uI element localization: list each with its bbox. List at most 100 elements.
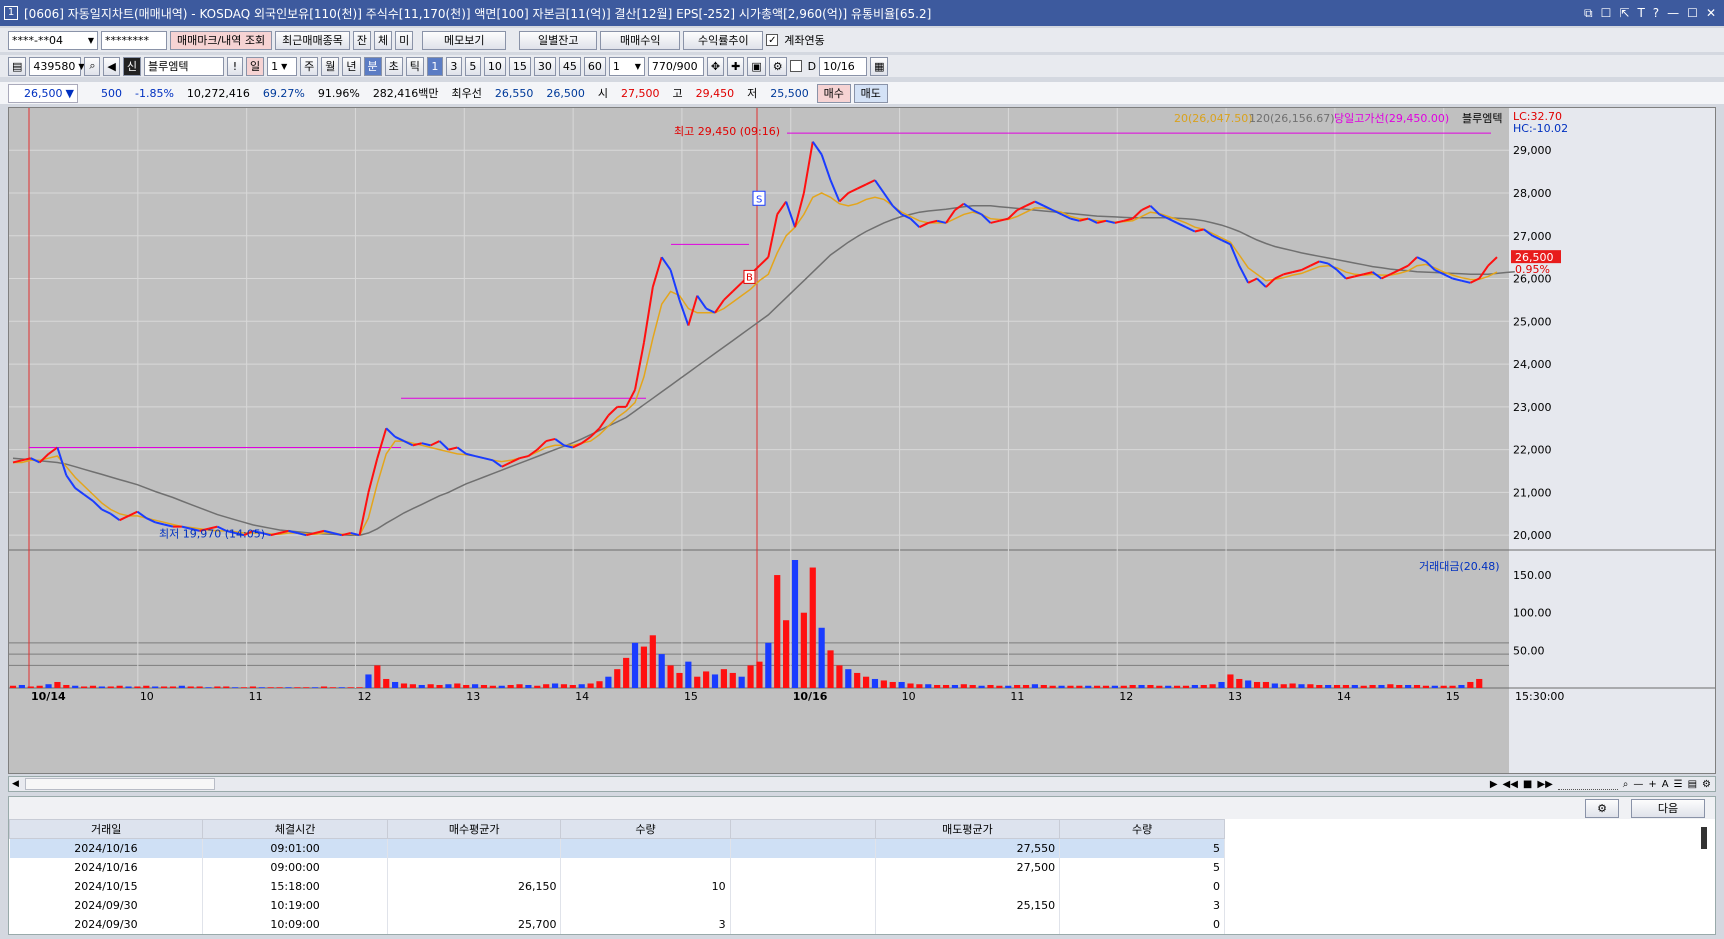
range-field[interactable]: 770/900 (647, 56, 704, 76)
password-field[interactable]: ******** (101, 30, 167, 50)
restore-icon[interactable]: ⧉ (1584, 6, 1593, 21)
profit-rate-button[interactable]: 수익률추이 (683, 30, 764, 50)
volume-bar (45, 684, 52, 688)
menu-icon[interactable]: ☰ (1674, 779, 1683, 790)
date-field[interactable]: 10/16 (819, 56, 868, 76)
help-icon[interactable]: ? (1653, 6, 1659, 21)
account-link-checkbox[interactable]: ✓ (766, 34, 779, 46)
col-trade-date[interactable]: 거래일 (8, 819, 204, 839)
price-chart[interactable]: 29,000 28,000 27,000 26,000 25,000 24,000 23,0… (8, 107, 1716, 774)
next-page-button[interactable]: 다음 (1631, 798, 1705, 818)
table-row[interactable]: 2024/09/30 10:19:00 25,150 3 (9, 895, 1225, 915)
scroll-left-icon[interactable]: ◀ (9, 779, 19, 789)
print-icon[interactable]: ▤ (1688, 779, 1697, 790)
col-sell-avg[interactable]: 매도평균가 (874, 819, 1061, 839)
minimize-icon[interactable]: — (1667, 6, 1679, 21)
volume-bar (543, 684, 550, 688)
account-select[interactable]: ****-**04 ▼ (8, 30, 98, 50)
gear-icon[interactable]: ⚙ (1702, 779, 1711, 790)
balance-button[interactable]: 잔 (352, 30, 372, 50)
maximize-icon[interactable]: ☐ (1687, 6, 1698, 21)
price-segment (811, 141, 823, 156)
daily-balance-button[interactable]: 일별잔고 (519, 30, 598, 50)
period-minute-button[interactable]: 분 (363, 56, 382, 76)
search-icon[interactable]: ⌕ (84, 56, 101, 76)
scroll-thumb[interactable] (25, 778, 215, 790)
crosshair-icon[interactable]: ✚ (727, 56, 745, 76)
unfilled-button[interactable]: 미 (395, 30, 414, 50)
volume-bar (880, 680, 887, 688)
minute-30-button[interactable]: 30 (533, 56, 556, 76)
export-icon[interactable]: ⇱ (1619, 6, 1629, 21)
axis-panel (1509, 108, 1715, 773)
volume-bar (320, 686, 328, 688)
period-second-button[interactable]: 초 (384, 56, 403, 76)
close-icon[interactable]: ✕ (1706, 6, 1716, 21)
col-exec-time[interactable]: 체결시간 (202, 819, 388, 839)
table-row[interactable]: 2024/10/16 09:01:00 27,550 5 (9, 838, 1225, 858)
speed-slider[interactable] (1557, 779, 1618, 790)
sell-button[interactable]: 매도 (853, 83, 888, 103)
settings-icon[interactable]: ⚙ (768, 56, 787, 76)
minute-60-button[interactable]: 60 (583, 56, 606, 76)
fast-forward-icon[interactable]: ▶▶ (1537, 779, 1552, 790)
next-icon[interactable]: ▶ (1490, 779, 1498, 790)
period-month-button[interactable]: 월 (321, 56, 340, 76)
volume-bar (1440, 685, 1447, 688)
zoom-icon[interactable]: ⌕ (1623, 779, 1629, 790)
volume-bar (1129, 684, 1136, 688)
trade-mark-button[interactable]: 매매마크/내역 조회 (170, 30, 273, 50)
recent-trades-button[interactable]: 최근매매종목 (275, 30, 350, 50)
stop-icon[interactable]: ■ (1523, 779, 1532, 790)
volume-bar (578, 684, 585, 688)
count-select[interactable]: 1 ▼ (608, 56, 645, 76)
col-sell-qty[interactable]: 수량 (1059, 819, 1225, 839)
minute-1-button[interactable]: 1 (426, 56, 443, 76)
minute-15-button[interactable]: 15 (508, 56, 531, 76)
box-icon[interactable]: ☐ (1601, 6, 1612, 21)
period-tick-button[interactable]: 틱 (405, 56, 424, 76)
save-icon[interactable]: ▣ (747, 56, 766, 76)
rewind-icon[interactable]: ◀◀ (1503, 779, 1518, 790)
period-week-button[interactable]: 주 (300, 56, 319, 76)
panel-icon[interactable]: ▤ (8, 56, 27, 76)
draw-tools-icon[interactable]: ✥ (706, 56, 725, 76)
chart-scrollbar[interactable]: ◀ ▶ ◀◀ ■ ▶▶ ⌕ — + A ☰ ▤ ⚙ (8, 776, 1716, 792)
minute-5-button[interactable]: 5 (464, 56, 481, 76)
memo-button[interactable]: 메모보기 (422, 30, 507, 50)
date-checkbox[interactable] (789, 60, 802, 72)
zoom-in-icon[interactable]: + (1648, 779, 1656, 790)
trade-profit-button[interactable]: 매매수익 (600, 30, 681, 50)
executed-button[interactable]: 체 (374, 30, 393, 50)
minute-45-button[interactable]: 45 (558, 56, 581, 76)
volume-bar (818, 627, 825, 688)
trades-scrollbar[interactable] (1701, 827, 1707, 849)
chart-canvas[interactable]: 29,00028,00027,00026,00025,00024,00023,0… (9, 108, 1715, 773)
volume-bar (160, 686, 168, 688)
calendar-icon[interactable]: ▦ (870, 56, 889, 76)
buy-button[interactable]: 매수 (816, 83, 851, 103)
period-day-button[interactable]: 일 (246, 56, 265, 76)
zoom-out-icon[interactable]: — (1633, 779, 1643, 790)
speaker-icon[interactable]: ◀ (103, 56, 120, 76)
stock-code-input[interactable]: 439580 ▼ (29, 56, 85, 76)
period-num-select[interactable]: 1 ▼ (267, 56, 298, 76)
minute-10-button[interactable]: 10 (483, 56, 506, 76)
table-row[interactable]: 2024/10/15 15:18:00 26,150 10 0 (9, 876, 1225, 896)
col-buy-avg[interactable]: 매수평균가 (386, 819, 562, 839)
period-year-button[interactable]: 년 (342, 56, 361, 76)
alert-button[interactable]: ! (227, 56, 243, 76)
table-row[interactable]: 2024/10/16 09:00:00 27,500 5 (9, 857, 1225, 877)
font-icon[interactable]: T (1637, 6, 1644, 21)
gear-icon[interactable]: ⚙ (1585, 798, 1619, 818)
volume-bar (1147, 684, 1154, 688)
x-tick-label: 14 (1337, 690, 1351, 703)
volume-bar (711, 674, 719, 688)
table-row[interactable]: 2024/09/30 10:09:00 25,700 3 0 (9, 914, 1225, 934)
text-tool-icon[interactable]: A (1662, 779, 1669, 790)
minute-3-button[interactable]: 3 (445, 56, 462, 76)
col-buy-qty[interactable]: 수량 (560, 819, 731, 839)
legend-entry: 120(26,156.67) (1249, 112, 1335, 125)
table-cell: 3 (1059, 895, 1225, 915)
table-cell (875, 914, 1061, 934)
